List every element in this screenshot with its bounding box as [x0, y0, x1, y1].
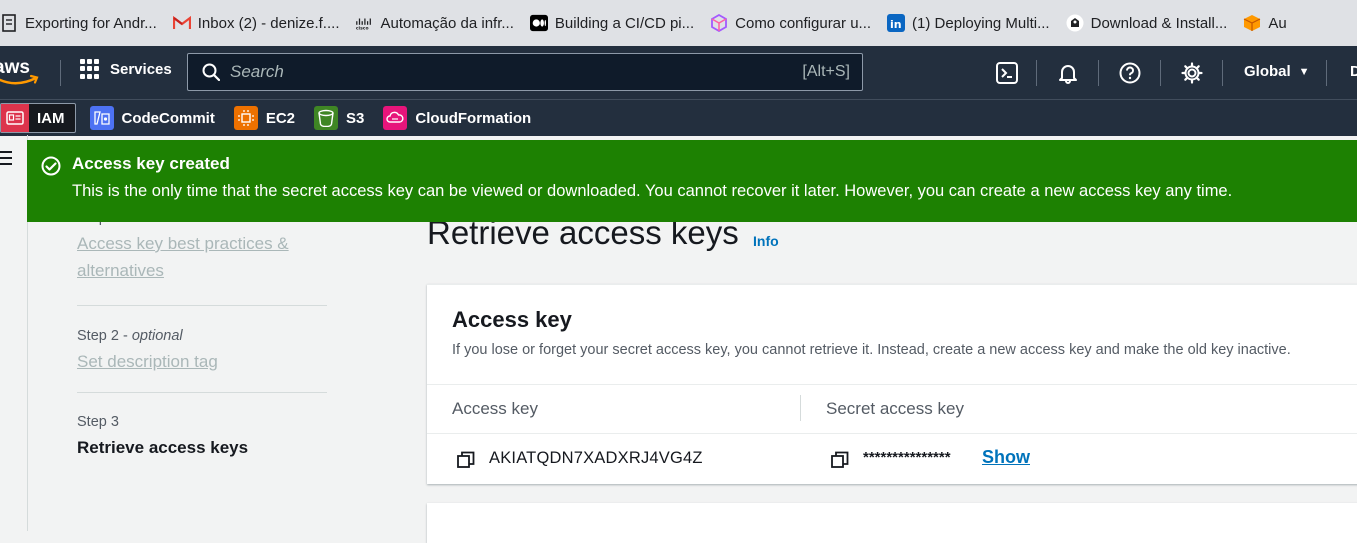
caret-down-icon: ▼: [1298, 65, 1310, 78]
copy-access-key-icon[interactable]: [457, 451, 475, 469]
codecommit-service-icon: [89, 106, 114, 130]
bookmark-label: Automação da infr...: [380, 14, 514, 32]
nav-divider: [1222, 60, 1223, 86]
svg-text:in: in: [890, 18, 902, 31]
bookmark-download-install[interactable]: Download & Install...: [1060, 8, 1234, 38]
favorite-codecommit[interactable]: CodeCommit: [85, 103, 220, 133]
hamburger-menu-icon[interactable]: [0, 151, 12, 169]
region-label: Global: [1244, 63, 1291, 80]
favorite-label: CodeCommit: [121, 109, 215, 127]
account-menu-truncated[interactable]: D: [1350, 63, 1357, 80]
bookmark-building-cicd[interactable]: Building a CI/CD pi...: [524, 8, 700, 38]
bookmark-label: (1) Deploying Multi...: [912, 14, 1050, 32]
column-divider: [800, 395, 801, 421]
bookmark-automacao[interactable]: cisco Automação da infr...: [349, 8, 519, 38]
medium-icon: [529, 14, 548, 32]
bookmark-label: Inbox (2) - denize.f....: [197, 14, 340, 32]
wizard-step-3: Step 3 Retrieve access keys: [77, 414, 327, 458]
install-icon: [1066, 14, 1084, 32]
cube-icon: [710, 14, 728, 32]
favorite-s3[interactable]: S3: [309, 103, 369, 133]
favorites-bar: IAM CodeCommit EC2 S3 CloudFormation: [0, 99, 1357, 136]
aws-top-navigation: aws Services [Alt+S] Global ▼ D: [0, 46, 1357, 99]
favorite-ec2[interactable]: EC2: [229, 103, 300, 133]
bookmark-exporting[interactable]: Exporting for Andr...: [0, 8, 163, 38]
aws-logo[interactable]: aws: [0, 56, 44, 88]
cisco-icon: cisco: [355, 14, 373, 32]
nav-divider: [1160, 60, 1161, 86]
favorite-label: IAM: [37, 109, 65, 127]
panel-description: If you lose or forget your secret access…: [452, 342, 1291, 358]
box-icon: [1243, 14, 1261, 32]
linkedin-icon: in: [887, 14, 906, 32]
column-header-secret-key: Secret access key: [826, 399, 964, 418]
nav-divider: [1326, 60, 1327, 86]
cloudshell-icon[interactable]: [995, 61, 1019, 85]
flash-message: This is the only time that the secret ac…: [72, 182, 1233, 200]
bookmark-label: Building a CI/CD pi...: [554, 14, 695, 32]
wizard-steps: Step 1 Access key best practices & alter…: [77, 210, 327, 458]
gmail-icon: [172, 14, 191, 32]
ec2-service-icon: [233, 106, 258, 130]
cloudformation-service-icon: [383, 106, 408, 130]
nav-divider: [60, 60, 61, 86]
bookmark-inbox[interactable]: Inbox (2) - denize.f....: [167, 8, 346, 38]
show-secret-link[interactable]: Show: [982, 447, 1030, 468]
search-input[interactable]: [230, 62, 803, 82]
wizard-step-2: Step 2 - optional Set description tag: [77, 328, 327, 375]
optional-label: optional: [131, 328, 183, 344]
bookmark-label: Como configurar u...: [735, 14, 872, 32]
iam-service-icon: [1, 104, 29, 132]
bookmarks-bar: Exporting for Andr... Inbox (2) - denize…: [0, 0, 1357, 46]
notifications-bell-icon[interactable]: [1056, 61, 1080, 85]
step-divider: [77, 392, 327, 393]
next-panel: [427, 503, 1357, 543]
step-divider: [77, 305, 327, 306]
search-box[interactable]: [Alt+S]: [187, 53, 863, 91]
secret-access-key-masked: ***************: [863, 449, 951, 466]
svg-text:cisco: cisco: [356, 25, 369, 30]
bookmark-deploying-multi[interactable]: in (1) Deploying Multi...: [881, 8, 1056, 38]
favorite-label: EC2: [265, 109, 296, 127]
document-icon: [0, 14, 18, 32]
bookmark-label: Download & Install...: [1090, 14, 1228, 32]
table-header-divider: [427, 433, 1357, 434]
column-header-access-key: Access key: [452, 399, 538, 418]
help-icon[interactable]: [1118, 61, 1142, 85]
favorite-label: CloudFormation: [415, 109, 532, 127]
step-link-description-tag[interactable]: Set description tag: [77, 348, 327, 375]
step-number: Step 3: [77, 414, 119, 430]
bookmark-como-configurar[interactable]: Como configurar u...: [704, 8, 877, 38]
services-label: Services: [110, 60, 172, 78]
step-current-retrieve: Retrieve access keys: [77, 438, 249, 457]
step-link-best-practices[interactable]: Access key best practices & alternatives: [77, 230, 327, 284]
bookmark-label: Exporting for Andr...: [25, 14, 157, 32]
favorite-label: S3: [346, 109, 365, 127]
panel-title: Access key: [452, 307, 572, 332]
access-key-value: AKIATQDN7XADXRJ4VG4Z: [489, 449, 703, 467]
copy-secret-key-icon[interactable]: [831, 451, 849, 469]
bookmark-au[interactable]: Au: [1237, 8, 1292, 38]
success-check-icon: [41, 156, 61, 176]
favorite-cloudformation[interactable]: CloudFormation: [378, 103, 536, 133]
s3-bucket-icon: [314, 106, 339, 130]
step-number: Step 2 - optional: [77, 328, 183, 344]
region-selector[interactable]: Global ▼: [1244, 63, 1310, 80]
panel-divider: [427, 384, 1357, 385]
success-flash-banner: Access key created This is the only time…: [27, 140, 1357, 222]
info-link[interactable]: Info: [753, 233, 779, 249]
svg-text:aws: aws: [0, 57, 30, 78]
services-menu-button[interactable]: Services: [80, 59, 172, 79]
nav-divider: [1098, 60, 1099, 86]
grid-menu-icon: [80, 59, 100, 79]
access-key-panel: Access key If you lose or forget your se…: [427, 284, 1357, 484]
settings-gear-icon[interactable]: [1180, 61, 1204, 85]
favorite-iam[interactable]: IAM: [0, 103, 76, 133]
search-shortcut-hint: [Alt+S]: [802, 63, 850, 80]
bookmark-label: Au: [1268, 14, 1287, 32]
flash-title: Access key created: [72, 154, 230, 173]
search-icon: [202, 63, 220, 81]
nav-divider: [1036, 60, 1037, 86]
